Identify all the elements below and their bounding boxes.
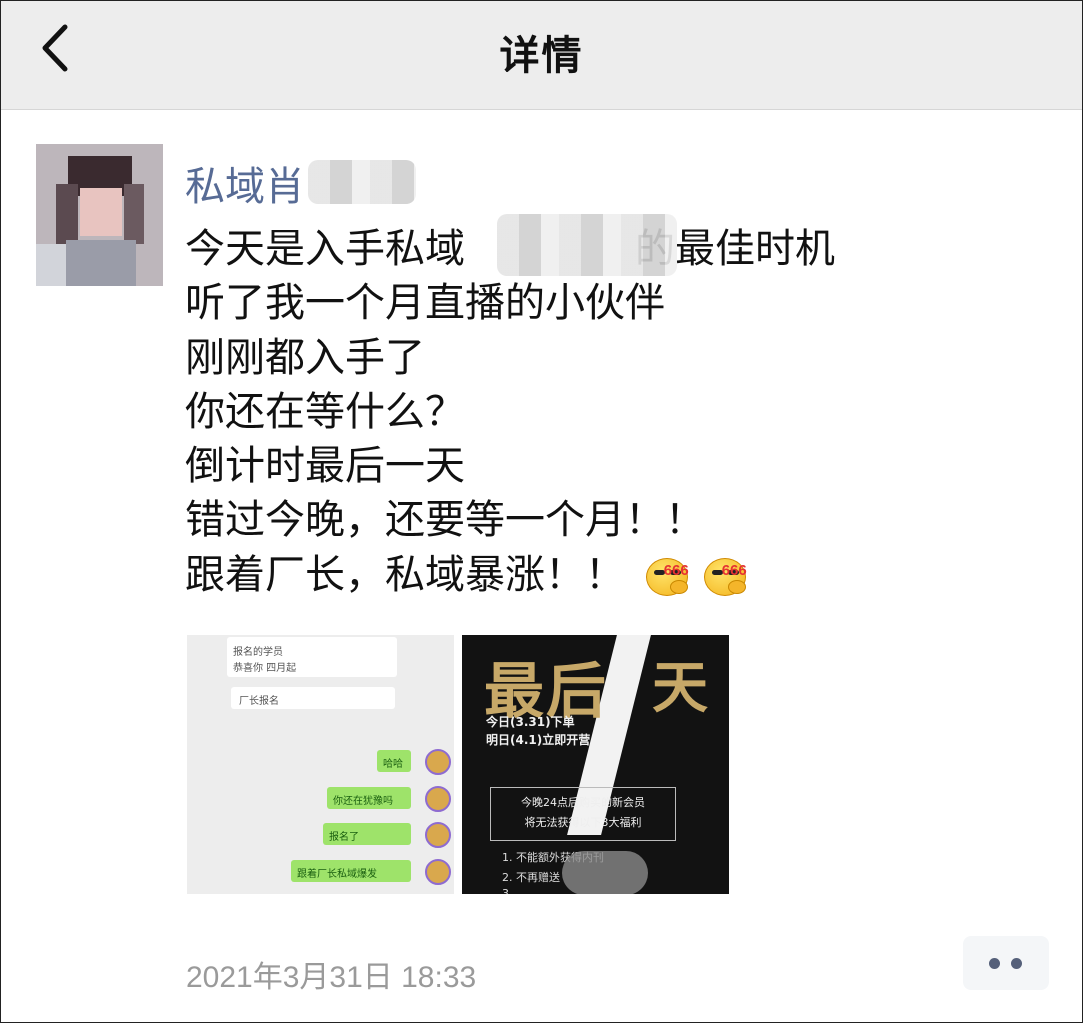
smirk-666-emoji-icon: 666 [644,548,696,596]
post-timestamp: 2021年3月31日 18:33 [186,961,477,994]
page-title: 详情 [499,33,584,79]
smirk-666-emoji-icon: 666 [702,548,754,596]
post-line: 跟着厂长，私域暴涨！！ 666 666 [185,548,835,602]
author-name[interactable]: 私域肖 [185,154,305,212]
last-day-poster-image[interactable]: 最后 天 今日(3.31)下单 明日(4.1)立即开营 今晚24点后购买的新会员… [462,635,729,894]
post-text: 今天是入手私域 的最佳时机 听了我一个月直播的小伙伴 刚刚都入手了 你还在等什么？… [185,222,835,602]
blurred-text [497,214,677,276]
post-line: 倒计时最后一天 [185,443,465,490]
more-dots-icon [1011,958,1022,969]
post-line: 听了我一个月直播的小伙伴 [185,280,665,327]
chat-screenshot-image[interactable]: 报名的学员 恭喜你 四月起 厂长报名 哈哈 你还在犹豫吗 报名了 跟着厂长私域爆… [187,635,454,894]
avatar[interactable] [36,144,163,286]
more-dots-icon [989,958,1000,969]
navbar: 详情 [1,1,1082,110]
post-line: 错过今晚，还要等一个月！！ [185,497,705,544]
blurred-name [308,160,416,204]
post-line: 刚刚都入手了 [185,334,425,381]
more-button[interactable] [963,936,1049,990]
post-line: 你还在等什么？ [185,388,465,435]
